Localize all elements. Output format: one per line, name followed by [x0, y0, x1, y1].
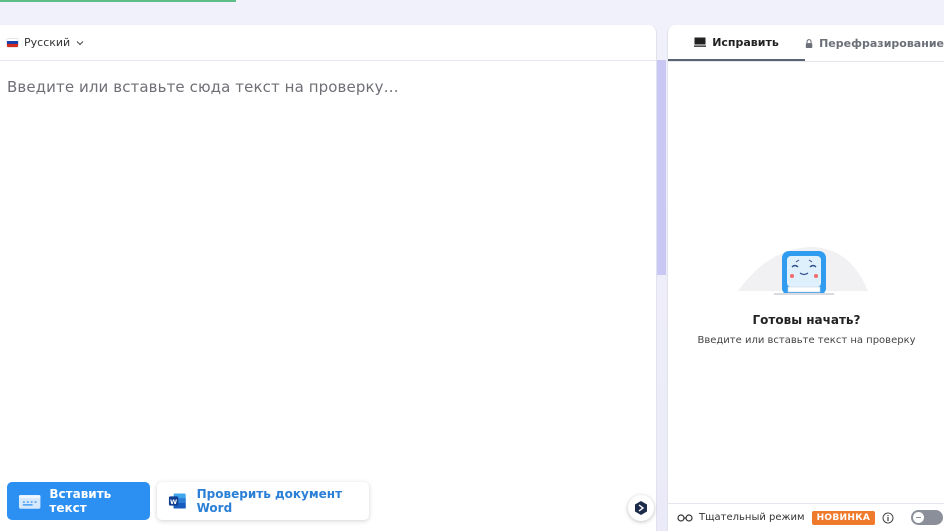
ready-subtitle: Введите или вставьте текст на проверку: [697, 335, 916, 346]
language-label: Русский: [24, 36, 71, 49]
mode-tabs: Исправить Перефразирование: [668, 25, 944, 62]
clipboard-text-icon: [18, 494, 41, 509]
tab-correct-label: Исправить: [712, 35, 779, 49]
tab-paraphrase[interactable]: Перефразирование: [805, 25, 944, 61]
check-word-document-button[interactable]: W Проверить документ Word: [157, 482, 369, 520]
check-word-document-label: Проверить документ Word: [196, 487, 343, 515]
thorough-mode-toggle[interactable]: [911, 510, 944, 525]
tab-correct[interactable]: Исправить: [668, 25, 805, 61]
svg-text:W: W: [170, 498, 177, 506]
assistant-button[interactable]: [628, 495, 654, 521]
ready-illustration: [738, 247, 868, 295]
insert-text-label: Вставить текст: [49, 487, 112, 515]
editor-panel: Русский Введите или вставьте сюда текст …: [0, 25, 657, 531]
top-accent-bar: [0, 0, 236, 2]
russia-flag-icon: [7, 38, 18, 47]
language-selector[interactable]: Русский: [0, 25, 656, 61]
insert-text-button[interactable]: Вставить текст: [7, 482, 150, 520]
new-badge: НОВИНКА: [811, 510, 876, 525]
tab-paraphrase-label: Перефразирование: [819, 36, 944, 50]
ready-title: Готовы начать?: [752, 313, 861, 327]
glasses-icon: [677, 513, 693, 522]
thorough-mode-bar: Тщательный режим НОВИНКА: [668, 503, 944, 531]
chevron-down-icon: [76, 40, 84, 45]
assistant-logo-icon: [635, 501, 647, 515]
monitor-icon: [694, 37, 707, 47]
scrollbar[interactable]: [657, 60, 666, 275]
results-panel: Исправить Перефразирование Готовы начать…: [667, 25, 944, 531]
editor-textarea[interactable]: Введите или вставьте сюда текст на прове…: [7, 78, 399, 96]
lock-icon: [805, 38, 813, 48]
toggle-knob: [913, 512, 925, 523]
word-doc-icon: W: [168, 493, 186, 509]
info-icon[interactable]: [882, 512, 894, 524]
thorough-mode-label: Тщательный режим: [699, 512, 805, 523]
